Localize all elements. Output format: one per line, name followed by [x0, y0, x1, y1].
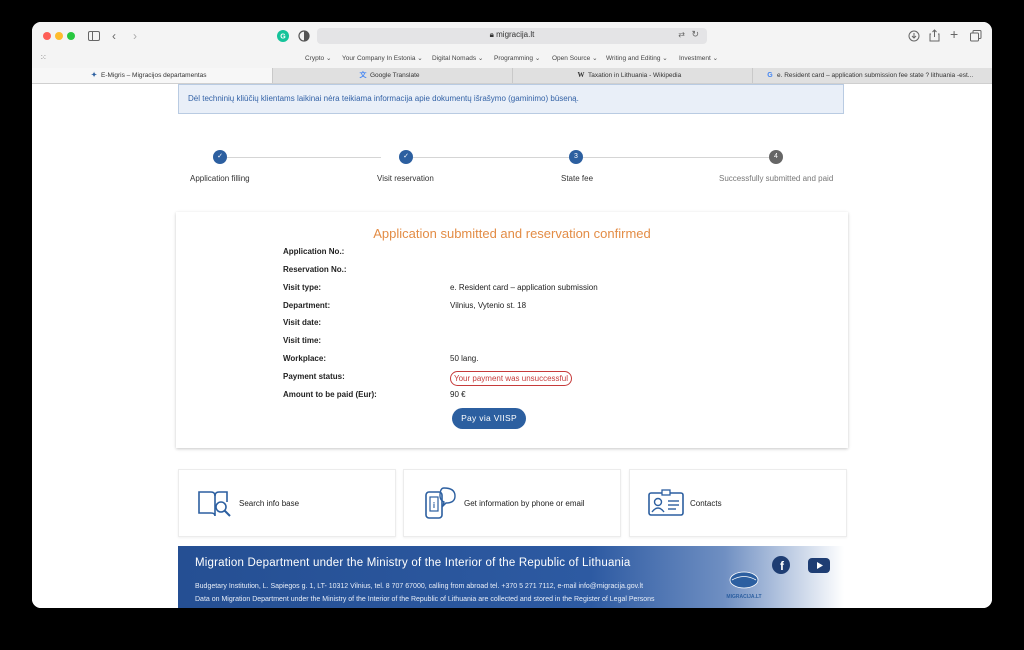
- step-connector: [413, 157, 569, 158]
- facebook-icon[interactable]: f: [772, 556, 790, 574]
- department-value: Vilnius, Vytenio st. 18: [450, 301, 527, 310]
- url-text: 🔒︎ migracija.lt: [489, 30, 535, 39]
- tab-bar: ✦ E-Migris – Migracijos departamentas 文 Go…: [32, 68, 992, 84]
- step-4-label: Successfully submitted and paid: [719, 174, 834, 183]
- footer-address: Budgetary Institution, L. Sapiegos g. 1,…: [195, 583, 644, 590]
- step-connector: [583, 157, 769, 158]
- amount-label: Amount to be paid (Eur):: [283, 390, 377, 399]
- reload-icon[interactable]: ↻: [691, 29, 699, 40]
- contacts-label: Contacts: [690, 499, 722, 508]
- workplace-label: Workplace:: [283, 354, 326, 363]
- contacts-card[interactable]: Contacts: [629, 469, 847, 537]
- step-3-number: 3: [569, 150, 583, 164]
- svg-text:i: i: [433, 501, 435, 510]
- globe-logo-icon: [729, 571, 759, 589]
- favorite-open-source[interactable]: Open Source ⌄: [552, 54, 598, 62]
- address-bar[interactable]: 🔒︎ migracija.lt ⇄ ↻: [317, 28, 707, 44]
- grid-icon[interactable]: ⁙: [40, 53, 47, 62]
- tab-label: E-Migris – Migracijos departamentas: [101, 72, 207, 79]
- technical-notice: Dėl techninių kliūčių klientams laikinai…: [178, 84, 844, 114]
- tab-overview-icon[interactable]: [970, 30, 982, 42]
- contacts-card-icon: [648, 489, 684, 516]
- browser-window: ‹ › G 🔒︎ migracija.lt ⇄ ↻ + ⁙ Crypto ⌄ Y…: [32, 22, 992, 608]
- amount-value: 90 €: [450, 390, 466, 399]
- payment-status-label: Payment status:: [283, 372, 345, 381]
- privacy-extension-icon[interactable]: [298, 30, 310, 42]
- tab-emigris[interactable]: ✦ E-Migris – Migracijos departamentas: [32, 68, 272, 83]
- close-window-button[interactable]: [43, 32, 51, 40]
- search-info-card[interactable]: Search info base: [178, 469, 396, 537]
- step-4-number: 4: [769, 150, 783, 164]
- step-connector: [227, 157, 381, 158]
- youtube-icon[interactable]: [808, 558, 830, 573]
- favorite-digital-nomads[interactable]: Digital Nomads ⌄: [432, 54, 483, 62]
- confirmation-card: Application submitted and reservation co…: [176, 212, 848, 448]
- translate-page-icon[interactable]: ⇄: [678, 30, 685, 39]
- phone-info-icon: i: [425, 487, 456, 519]
- grammarly-extension-icon[interactable]: G: [277, 30, 289, 42]
- book-search-icon: [198, 491, 231, 517]
- pay-via-viisp-button[interactable]: Pay via VIISP: [452, 408, 526, 429]
- favorite-writing-editing[interactable]: Writing and Editing ⌄: [606, 54, 668, 62]
- phone-email-info-card[interactable]: i Get information by phone or email: [403, 469, 621, 537]
- favorite-your-company[interactable]: Your Company In Estonia ⌄: [342, 54, 423, 62]
- browser-toolbar: ‹ › G 🔒︎ migracija.lt ⇄ ↻ +: [32, 22, 992, 50]
- favorite-investment[interactable]: Investment ⌄: [679, 54, 718, 62]
- visit-date-label: Visit date:: [283, 318, 322, 327]
- share-icon[interactable]: [929, 29, 940, 42]
- svg-text:G: G: [280, 34, 286, 41]
- tab-label: Google Translate: [370, 72, 420, 79]
- step-2-label: Visit reservation: [377, 174, 434, 183]
- department-label: Department:: [283, 301, 331, 310]
- step-2-check-icon: ✓: [399, 150, 413, 164]
- application-no-label: Application No.:: [283, 247, 345, 256]
- sidebar-toggle-icon[interactable]: [88, 31, 100, 41]
- favorite-crypto[interactable]: Crypto ⌄: [305, 54, 331, 62]
- page-content: Dėl techninių kliūčių klientams laikinai…: [32, 84, 992, 608]
- google-favicon-icon: G: [767, 72, 773, 79]
- wikipedia-favicon-icon: W: [577, 71, 585, 79]
- footer-registry-note: Data on Migration Department under the M…: [195, 596, 655, 603]
- favorite-programming[interactable]: Programming ⌄: [494, 54, 540, 62]
- tab-label: Taxation in Lithuania - Wikipedia: [588, 72, 682, 79]
- favorites-bar: ⁙ Crypto ⌄ Your Company In Estonia ⌄ Dig…: [32, 50, 992, 68]
- logo-text: MIGRACIJA.LT: [726, 594, 762, 600]
- step-3-label: State fee: [561, 174, 594, 183]
- zoom-window-button[interactable]: [67, 32, 75, 40]
- phone-email-label: Get information by phone or email: [464, 499, 585, 508]
- tab-wikipedia[interactable]: W Taxation in Lithuania - Wikipedia: [512, 68, 753, 83]
- visit-type-value: e. Resident card – application submissio…: [450, 283, 598, 292]
- forward-icon[interactable]: ›: [133, 29, 137, 43]
- reservation-no-label: Reservation No.:: [283, 265, 347, 274]
- step-1-label: Application filling: [190, 174, 250, 183]
- minimize-window-button[interactable]: [55, 32, 63, 40]
- tab-google-translate[interactable]: 文 Google Translate: [272, 68, 513, 83]
- migracija-logo[interactable]: MIGRACIJA.LT: [726, 571, 762, 600]
- emigris-favicon-icon: ✦: [91, 72, 97, 79]
- step-1-check-icon: ✓: [213, 150, 227, 164]
- downloads-icon[interactable]: [908, 30, 920, 42]
- google-translate-favicon-icon: 文: [359, 72, 367, 79]
- tab-google-search[interactable]: Ge. Resident card – application submissi…: [752, 68, 992, 83]
- workplace-value: 50 lang.: [450, 354, 479, 363]
- visit-time-label: Visit time:: [283, 336, 322, 345]
- confirmation-title: Application submitted and reservation co…: [373, 226, 651, 241]
- visit-type-label: Visit type:: [283, 283, 322, 292]
- site-footer: Migration Department under the Ministry …: [178, 546, 844, 608]
- search-info-label: Search info base: [239, 499, 300, 508]
- footer-title: Migration Department under the Ministry …: [195, 557, 631, 569]
- new-tab-icon[interactable]: +: [950, 27, 958, 41]
- back-icon[interactable]: ‹: [112, 29, 116, 43]
- payment-status-badge: Your payment was unsuccessful: [450, 371, 572, 386]
- tab-label: e. Resident card – application submissio…: [777, 72, 974, 79]
